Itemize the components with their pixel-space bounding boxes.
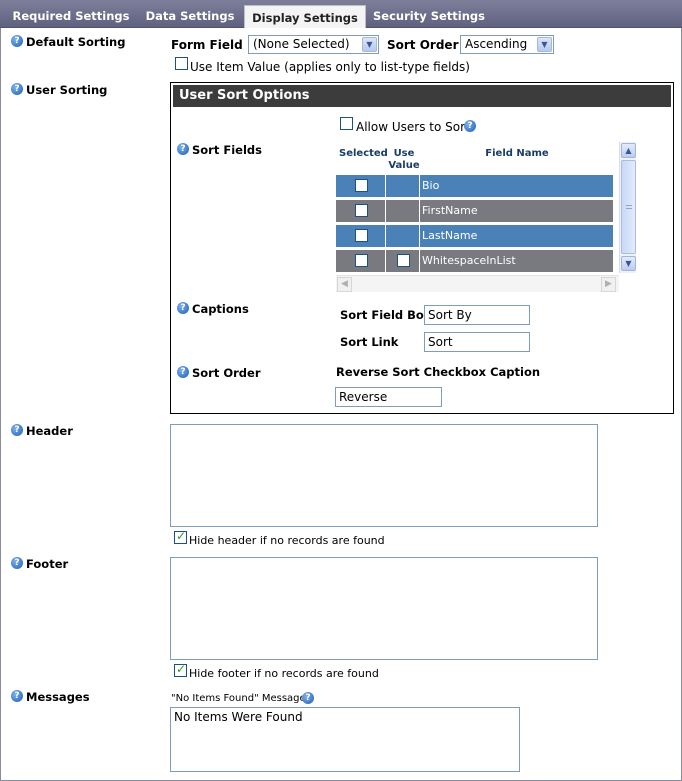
tab-security-settings[interactable]: Security Settings [370, 4, 488, 28]
sort-fields-grid: Selected Use Value Field Name Bio FirstN… [336, 142, 636, 292]
tab-display-settings[interactable]: Display Settings [244, 5, 366, 29]
grip-icon [626, 205, 632, 206]
sort-field-box-input[interactable]: Sort By [424, 305, 530, 325]
help-icon[interactable]: ? [11, 424, 23, 436]
messages-label: Messages [26, 690, 90, 704]
user-sorting-label: User Sorting [26, 83, 108, 97]
help-icon[interactable]: ? [177, 302, 189, 314]
tab-bar: Required Settings Data Settings Display … [0, 0, 682, 29]
column-header-field-name: Field Name [485, 148, 549, 159]
form-field-select-value: (None Selected) [253, 37, 350, 51]
use-item-value-checkbox[interactable] [175, 57, 188, 70]
table-row[interactable]: LastName [336, 225, 613, 247]
header-textarea[interactable] [170, 424, 598, 527]
table-row[interactable]: WhitespaceInList [336, 250, 613, 272]
default-sorting-label: Default Sorting [26, 35, 126, 49]
sort-order-select-value: Ascending [465, 37, 528, 51]
selected-cell [336, 200, 386, 222]
field-name-cell: LastName [422, 229, 478, 242]
tab-data-settings[interactable]: Data Settings [140, 4, 240, 28]
form-field-select[interactable]: (None Selected) ▼ [248, 35, 379, 54]
field-name-cell: WhitespaceInList [422, 254, 516, 267]
no-items-message-label: "No Items Found" Message [171, 693, 306, 704]
column-header-use: Use [393, 148, 415, 159]
selected-cell [336, 175, 386, 197]
user-sort-options-title: User Sort Options [173, 85, 671, 107]
reverse-caption-label: Reverse Sort Checkbox Caption [336, 365, 541, 379]
help-icon[interactable]: ? [302, 692, 314, 704]
allow-users-sort-checkbox[interactable] [340, 117, 353, 130]
sort-order-label: Sort Order [387, 38, 459, 52]
grid-horizontal-scrollbar[interactable]: ◀ ▶ [336, 275, 619, 292]
footer-textarea[interactable] [170, 557, 598, 660]
help-icon[interactable]: ? [11, 690, 23, 702]
use-value-cell [387, 200, 420, 222]
use-value-cell [387, 225, 420, 247]
footer-label: Footer [26, 557, 69, 571]
user-sort-order-label: Sort Order [192, 366, 261, 380]
tab-required-settings[interactable]: Required Settings [8, 4, 134, 28]
table-row[interactable]: Bio [336, 175, 613, 197]
allow-users-sort-label: Allow Users to Sort [356, 120, 470, 134]
field-name-cell: Bio [422, 179, 440, 192]
chevron-right-icon[interactable]: ▶ [601, 277, 616, 292]
captions-label: Captions [192, 302, 249, 316]
use-value-cell [387, 250, 420, 272]
help-icon[interactable]: ? [11, 35, 23, 47]
sort-link-label: Sort Link [340, 335, 399, 349]
no-items-message-textarea[interactable]: No Items Were Found [170, 707, 520, 772]
row-selected-checkbox[interactable] [355, 229, 368, 242]
column-header-selected: Selected [339, 148, 388, 159]
scroll-thumb[interactable] [621, 160, 636, 254]
field-name-cell: FirstName [422, 204, 478, 217]
form-field-label: Form Field [171, 38, 243, 52]
row-selected-checkbox[interactable] [355, 204, 368, 217]
help-icon[interactable]: ? [177, 143, 189, 155]
chevron-up-icon[interactable]: ▲ [621, 143, 636, 158]
hide-footer-checkbox[interactable] [174, 662, 187, 677]
header-label: Header [26, 424, 73, 438]
sort-fields-label: Sort Fields [192, 143, 262, 157]
selected-cell [336, 225, 386, 247]
sort-field-box-label: Sort Field Box [340, 308, 432, 322]
grid-vertical-scrollbar[interactable]: ▲ ▼ [619, 142, 636, 273]
hide-header-label: Hide header if no records are found [189, 534, 385, 547]
selected-cell [336, 250, 386, 272]
table-row[interactable]: FirstName [336, 200, 613, 222]
help-icon[interactable]: ? [11, 557, 23, 569]
help-icon[interactable]: ? [464, 120, 476, 132]
chevron-down-icon[interactable]: ▼ [621, 256, 636, 271]
use-item-value-label: Use Item Value (applies only to list-typ… [190, 60, 470, 74]
hide-header-checkbox[interactable] [174, 529, 187, 544]
hide-footer-label: Hide footer if no records are found [189, 667, 379, 680]
help-icon[interactable]: ? [11, 83, 23, 95]
use-value-cell [387, 175, 420, 197]
row-selected-checkbox[interactable] [355, 254, 368, 267]
row-selected-checkbox[interactable] [355, 179, 368, 192]
chevron-left-icon[interactable]: ◀ [337, 277, 352, 292]
row-use-value-checkbox[interactable] [397, 254, 410, 267]
reverse-caption-input[interactable]: Reverse [335, 387, 442, 407]
chevron-down-icon[interactable]: ▼ [537, 37, 552, 52]
grip-icon [626, 208, 632, 209]
help-icon[interactable]: ? [177, 366, 189, 378]
sort-order-select[interactable]: Ascending ▼ [460, 35, 554, 54]
chevron-down-icon[interactable]: ▼ [362, 37, 377, 52]
sort-link-input[interactable]: Sort [424, 332, 530, 352]
column-header-value: Value [388, 160, 420, 171]
